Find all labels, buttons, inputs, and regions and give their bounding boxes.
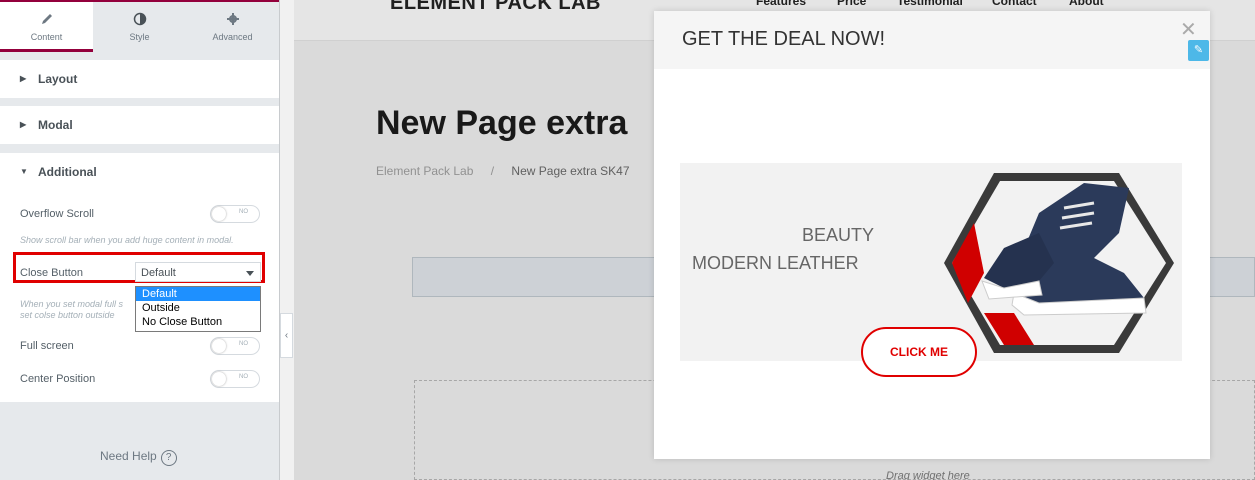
question-circle-icon: ? [160, 450, 177, 466]
modal-title: GET THE DEAL NOW! [682, 28, 885, 50]
promo-banner: BEAUTY MODERN LEATHER CLICK ME [680, 163, 1182, 377]
option-outside[interactable]: Outside [136, 301, 260, 315]
toggle-knob [212, 372, 226, 386]
close-button-label: Close Button [20, 267, 83, 279]
caret-down-icon: ▼ [20, 167, 28, 176]
click-me-button[interactable]: CLICK ME [861, 327, 977, 377]
close-icon[interactable]: ✕ [1180, 20, 1197, 40]
panel-tabs: Content Style Advanced [0, 0, 279, 52]
section-layout[interactable]: ▶ Layout [0, 60, 279, 98]
modal-header: GET THE DEAL NOW! [654, 11, 1210, 69]
tab-style-label: Style [129, 32, 150, 42]
close-button-description-1: When you set modal full s [20, 299, 124, 309]
toggle-knob [212, 339, 226, 353]
overflow-scroll-toggle[interactable]: NO [210, 205, 260, 223]
contrast-icon [133, 12, 146, 26]
toggle-knob [212, 207, 226, 221]
caret-right-icon: ▶ [20, 120, 27, 129]
sneaker-image [944, 173, 1174, 353]
banner-line-1: BEAUTY [801, 225, 874, 245]
option-default[interactable]: Default [136, 287, 260, 301]
full-screen-label: Full screen [20, 340, 74, 352]
tab-advanced-label: Advanced [212, 32, 253, 42]
caret-right-icon: ▶ [20, 74, 27, 83]
section-additional-title: Additional [38, 165, 97, 179]
chevron-down-icon [246, 271, 254, 276]
panel-collapse-button[interactable]: ‹ [280, 313, 293, 358]
pencil-icon[interactable]: ✎ [1188, 40, 1209, 61]
overflow-scroll-description: Show scroll bar when you add huge conten… [20, 235, 234, 245]
toggle-state: NO [239, 341, 248, 347]
center-position-toggle[interactable]: NO [210, 370, 260, 388]
full-screen-toggle[interactable]: NO [210, 337, 260, 355]
center-position-label: Center Position [20, 373, 96, 385]
section-additional[interactable]: ▼ Additional [0, 153, 279, 192]
close-button-description-2: set colse button outside [20, 310, 115, 320]
toggle-state: NO [239, 374, 248, 380]
section-layout-title: Layout [38, 72, 78, 86]
tab-content-label: Content [30, 32, 63, 42]
tab-content[interactable]: Content [0, 2, 93, 52]
chevron-left-icon: ‹ [284, 330, 289, 341]
section-modal-title: Modal [38, 118, 73, 132]
banner-line-2: MODERN LEATHER [692, 253, 859, 273]
close-button-select-value: Default [141, 267, 176, 279]
tab-style[interactable]: Style [93, 2, 186, 52]
gear-icon [226, 13, 239, 25]
close-button-select[interactable]: Default [135, 262, 261, 282]
close-button-dropdown: Default Outside No Close Button [135, 286, 261, 332]
section-modal[interactable]: ▶ Modal [0, 106, 279, 144]
need-help-label: Need Help [100, 449, 157, 463]
need-help-link[interactable]: Need Help? [100, 449, 177, 466]
overflow-scroll-label: Overflow Scroll [20, 208, 94, 220]
pencil-icon [41, 14, 52, 24]
option-no-close-button[interactable]: No Close Button [136, 315, 260, 329]
toggle-state: NO [239, 209, 248, 215]
modal-dialog: GET THE DEAL NOW! BEAUTY MODERN LEATHER … [654, 11, 1210, 459]
tab-advanced[interactable]: Advanced [186, 2, 279, 52]
editor-panel: Content Style Advanced ▶ Layout ▶ Modal … [0, 0, 280, 480]
